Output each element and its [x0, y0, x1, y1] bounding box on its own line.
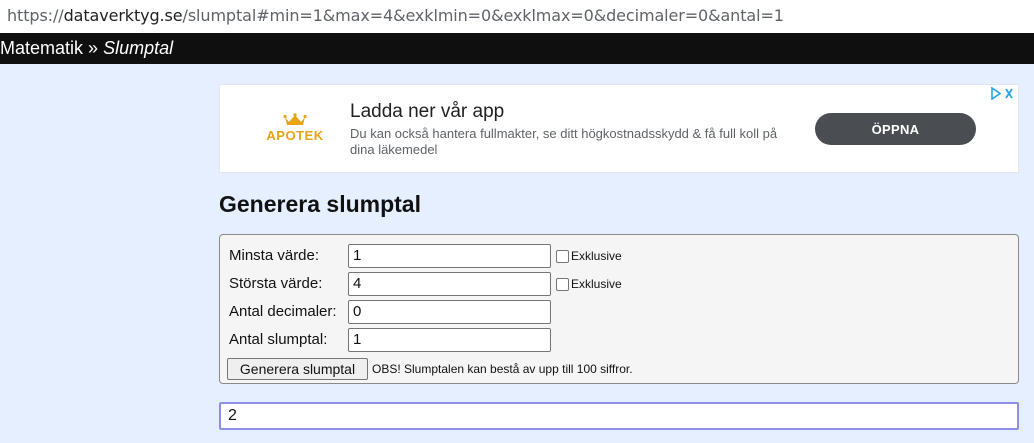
url-domain: dataverktyg.se	[63, 6, 183, 25]
ad-description: Du kan också hantera fullmakter, se ditt…	[350, 126, 778, 157]
browser-address-bar[interactable]: https://dataverktyg.se/slumptal#min=1&ma…	[0, 0, 1034, 33]
min-exclusive-checkbox[interactable]	[556, 250, 569, 263]
breadcrumb: Matematik » Slumptal	[0, 38, 173, 59]
ad-open-button[interactable]: ÖPPNA	[815, 113, 976, 145]
decimals-input[interactable]: 0	[348, 300, 551, 324]
max-label: Största värde:	[229, 275, 323, 292]
min-label: Minsta värde:	[229, 247, 320, 264]
ad-title[interactable]: Ladda ner vår app	[350, 101, 504, 123]
count-label: Antal slumptal:	[229, 331, 328, 348]
ad-logo[interactable]: APOTEK	[265, 113, 325, 143]
min-value-input[interactable]: 1	[348, 244, 551, 268]
top-navbar: Matematik » Slumptal	[0, 33, 1034, 64]
ad-banner[interactable]: APOTEK Ladda ner vår app Du kan också ha…	[219, 84, 1019, 173]
ad-brand: APOTEK	[266, 128, 324, 143]
random-number-form: Minsta värde: 1 Exklusive Största värde:…	[219, 234, 1019, 384]
breadcrumb-current: Slumptal	[103, 38, 174, 58]
url-text[interactable]: https://dataverktyg.se/slumptal#min=1&ma…	[7, 6, 784, 25]
url-path: /slumptal#min=1&max=4&exklmin=0&exklmax=…	[182, 6, 784, 25]
breadcrumb-link-matematik[interactable]: Matematik	[0, 38, 83, 58]
limit-note: OBS! Slumptalen kan bestå av upp till 10…	[372, 362, 633, 376]
max-exclusive-label[interactable]: Exklusive	[571, 277, 622, 291]
page-title: Generera slumptal	[219, 191, 421, 217]
adchoices-icon[interactable]	[990, 87, 1016, 100]
min-exclusive-label[interactable]: Exklusive	[571, 249, 622, 263]
max-value-input[interactable]: 4	[348, 272, 551, 296]
breadcrumb-separator: »	[88, 38, 99, 58]
max-exclusive-checkbox[interactable]	[556, 278, 569, 291]
generate-button[interactable]: Generera slumptal	[227, 358, 368, 380]
crown-icon	[283, 113, 307, 125]
url-prefix: https://	[7, 6, 64, 25]
result-output[interactable]: 2	[219, 402, 1019, 430]
decimals-label: Antal decimaler:	[229, 303, 337, 320]
count-input[interactable]: 1	[348, 328, 551, 352]
